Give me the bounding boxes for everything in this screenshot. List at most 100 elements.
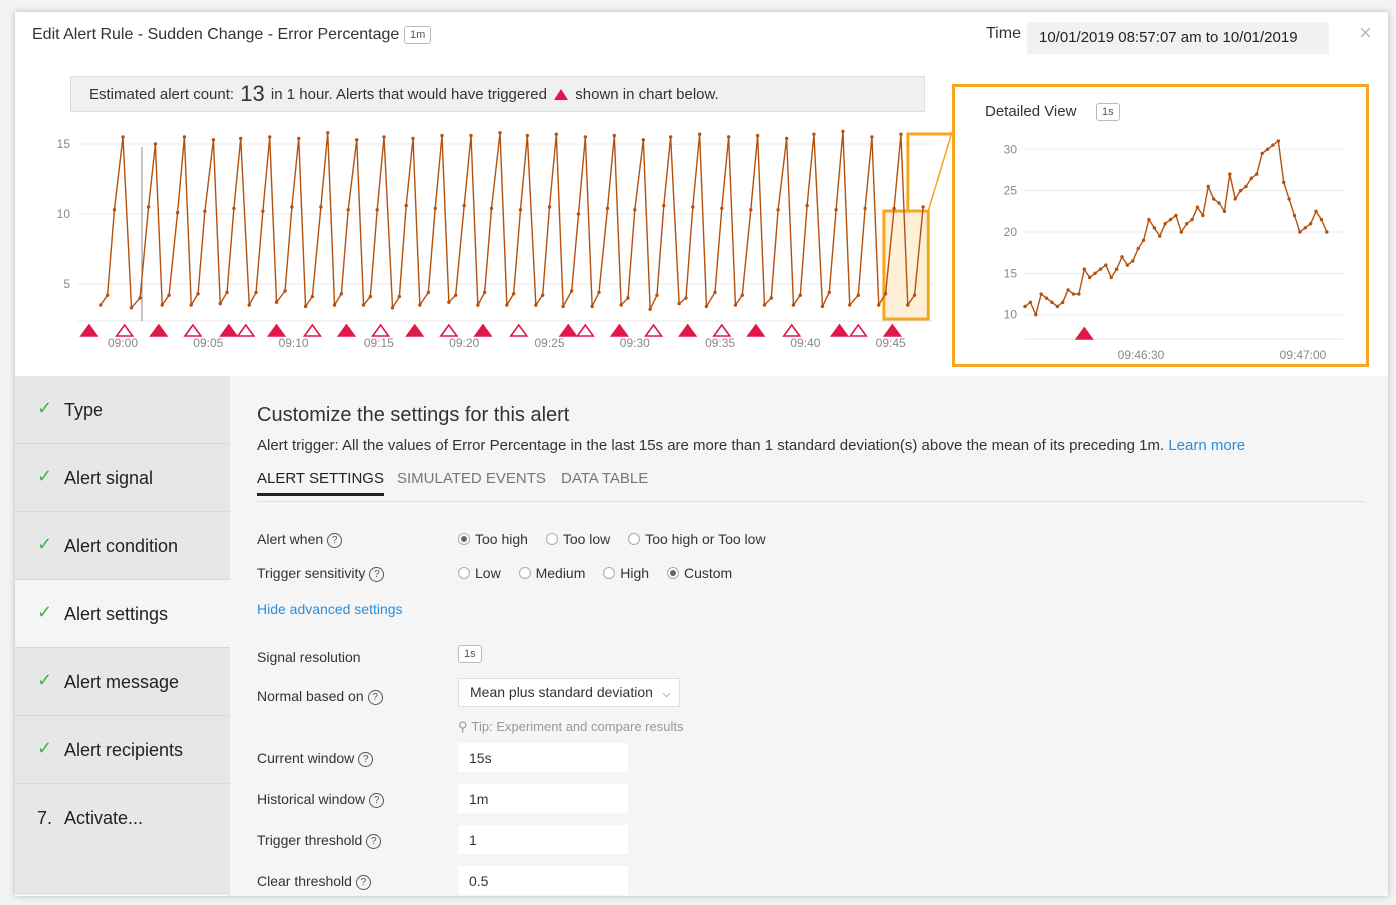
- historical-window-input[interactable]: [458, 784, 628, 813]
- data-point: [583, 135, 588, 139]
- data-point: [691, 205, 695, 209]
- series-line: [1024, 139, 1328, 317]
- alert-marker-outline: [302, 323, 322, 337]
- data-point: [355, 138, 359, 142]
- radio-dot: [518, 567, 531, 579]
- alert-marker-triggered: [336, 323, 357, 337]
- help-icon[interactable]: ?: [358, 752, 374, 767]
- step-number: 7.: [37, 808, 53, 828]
- data-point: [877, 303, 881, 307]
- normal-based-select[interactable]: Mean plus standard deviation ⌵: [458, 678, 680, 707]
- alert-marker-outline: [439, 323, 459, 337]
- help-icon[interactable]: ?: [369, 567, 385, 582]
- data-point: [906, 303, 910, 307]
- trigger-threshold-input[interactable]: [458, 825, 628, 854]
- data-point: [303, 304, 308, 309]
- data-point: [1276, 139, 1281, 143]
- step-type[interactable]: ✓ Type: [15, 376, 230, 444]
- data-point: [129, 306, 134, 310]
- trigger-threshold-text: Trigger threshold: [257, 832, 363, 848]
- close-icon[interactable]: ×: [1359, 20, 1372, 46]
- help-icon[interactable]: ?: [366, 834, 382, 849]
- alert-marker-triggered: [609, 323, 630, 337]
- radio-low[interactable]: Low: [458, 565, 501, 581]
- radio-label: High: [620, 565, 650, 581]
- radio-too-high[interactable]: Too high: [458, 531, 528, 547]
- learn-more-link[interactable]: Learn more: [1168, 437, 1245, 454]
- data-point: [1298, 230, 1302, 234]
- alert-marker-outline: [848, 323, 868, 337]
- chevron-down-icon: ⌵: [662, 689, 671, 700]
- alert-rule-dialog: Edit Alert Rule - Sudden Change - Error …: [15, 12, 1388, 896]
- data-point: [411, 136, 415, 141]
- select-value: Mean plus standard deviation: [470, 684, 653, 700]
- help-icon[interactable]: ?: [355, 875, 371, 890]
- y-tick-label: 20: [1004, 225, 1018, 239]
- data-point: [1061, 300, 1065, 305]
- data-point: [1168, 217, 1173, 222]
- tab-simulated-events[interactable]: SIMULATED EVENTS: [397, 470, 546, 493]
- step-label: Type: [64, 400, 104, 420]
- data-point: [612, 133, 617, 138]
- current-window-text: Current window: [257, 750, 355, 766]
- data-point: [1238, 188, 1243, 193]
- radio-dot: [666, 567, 679, 579]
- data-point: [1050, 300, 1054, 305]
- data-point: [677, 301, 681, 306]
- radio-too-low[interactable]: Too low: [545, 531, 610, 547]
- radio-too-high-or-low[interactable]: Too high or Too low: [628, 531, 766, 547]
- data-point: [297, 136, 301, 141]
- data-point: [870, 135, 874, 139]
- data-point: [827, 290, 831, 295]
- data-point: [390, 306, 395, 310]
- data-point: [726, 135, 731, 139]
- current-window-input[interactable]: [458, 743, 628, 772]
- alert-marker-triggered: [1074, 326, 1094, 340]
- data-point: [834, 208, 838, 212]
- alert-marker-triggered: [79, 323, 99, 337]
- radio-custom[interactable]: Custom: [666, 565, 732, 581]
- data-point: [812, 132, 816, 136]
- radio-dot: [545, 533, 558, 545]
- help-icon[interactable]: ?: [369, 793, 385, 808]
- time-range-field[interactable]: 10/01/2019 08:57:07 am to 10/01/2019: [1027, 22, 1329, 54]
- tab-data-table[interactable]: DATA TABLE: [561, 470, 648, 493]
- clear-threshold-input[interactable]: [458, 866, 628, 895]
- data-point: [525, 133, 530, 138]
- data-point: [182, 135, 187, 139]
- step-activate[interactable]: 7. Activate...: [15, 784, 230, 894]
- step-alert-condition[interactable]: ✓ Alert condition: [15, 512, 230, 580]
- alert-when-text: Alert when: [257, 531, 324, 547]
- step-alert-recipients[interactable]: ✓ Alert recipients: [15, 716, 230, 784]
- step-alert-signal[interactable]: ✓ Alert signal: [15, 444, 230, 512]
- radio-medium[interactable]: Medium: [518, 565, 585, 581]
- step-list: ✓ Type ✓ Alert signal ✓ Alert condition …: [15, 376, 230, 896]
- data-point: [1282, 180, 1286, 185]
- data-point: [1271, 143, 1275, 147]
- radio-high[interactable]: High: [603, 565, 649, 581]
- data-point: [290, 205, 294, 209]
- x-tick-label: 09:15: [364, 336, 394, 350]
- data-point: [232, 206, 236, 211]
- data-point: [254, 290, 258, 295]
- data-point: [791, 303, 796, 307]
- step-label: Alert signal: [64, 468, 154, 488]
- step-alert-settings[interactable]: ✓ Alert settings: [15, 580, 230, 648]
- step-alert-message[interactable]: ✓ Alert message: [15, 648, 230, 716]
- hide-advanced-link[interactable]: Hide advanced settings: [257, 601, 403, 617]
- normal-based-text: Normal based on: [257, 688, 364, 704]
- data-point: [1077, 292, 1081, 296]
- step-label: Alert condition: [64, 536, 179, 556]
- data-point: [1233, 197, 1237, 201]
- x-tick-label: 09:47:00: [1280, 348, 1327, 362]
- help-icon[interactable]: ?: [367, 690, 383, 705]
- data-point: [668, 135, 673, 139]
- alert-marker-outline: [371, 323, 391, 337]
- tab-alert-settings[interactable]: ALERT SETTINGS: [257, 470, 384, 496]
- current-window-label: Current window?: [257, 750, 374, 767]
- data-point: [1174, 213, 1178, 218]
- help-icon[interactable]: ?: [327, 533, 343, 548]
- data-point: [1265, 147, 1270, 151]
- lightbulb-icon: ⚲: [458, 719, 468, 734]
- data-point: [899, 132, 903, 136]
